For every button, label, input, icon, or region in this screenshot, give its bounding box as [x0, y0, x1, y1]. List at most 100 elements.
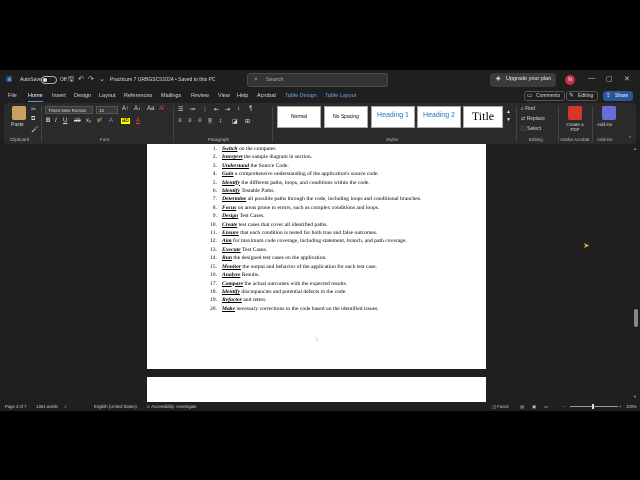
format-painter-icon[interactable]: 🖌: [31, 126, 39, 133]
increase-indent-icon[interactable]: ⇥: [225, 106, 230, 113]
proofing-icon[interactable]: ✓: [64, 404, 68, 409]
select-button[interactable]: ⬚ Select: [521, 126, 541, 132]
undo-icon[interactable]: ↶: [78, 75, 84, 83]
bold-icon[interactable]: B: [46, 118, 50, 124]
borders-icon[interactable]: ⊞: [245, 118, 250, 125]
scroll-down-icon[interactable]: ▼: [633, 394, 637, 399]
zoom-in-icon[interactable]: +: [619, 404, 621, 409]
next-document-page[interactable]: [147, 377, 486, 402]
line-spacing-icon[interactable]: ↨: [219, 118, 222, 124]
upgrade-plan-button[interactable]: ◈ Upgrade your plan: [490, 73, 556, 87]
print-layout-icon[interactable]: ▣: [532, 404, 536, 409]
style-no-spacing[interactable]: No Spacing: [324, 106, 368, 128]
shading-icon[interactable]: ◪: [232, 118, 238, 125]
shrink-font-icon[interactable]: A↓: [134, 106, 141, 112]
list-item[interactable]: 14. Run the designed test cases on the ap…: [207, 254, 439, 262]
grow-font-icon[interactable]: A↑: [122, 106, 129, 112]
list-item[interactable]: 3. Understand the Source Code.: [207, 162, 439, 170]
tab-references[interactable]: References: [124, 93, 152, 99]
font-size-select[interactable]: 12: [96, 106, 118, 114]
font-name-select[interactable]: Times New Roman: [45, 106, 93, 114]
replace-button[interactable]: ⇄ Replace: [521, 116, 545, 122]
list-item[interactable]: 6. Identify Testable Paths.: [207, 187, 439, 195]
sort-icon[interactable]: ↕: [237, 106, 240, 112]
superscript-icon[interactable]: x²: [97, 118, 102, 124]
list-item[interactable]: 1. Switch on the computer.: [207, 145, 439, 153]
focus-button[interactable]: ◫ Focus: [492, 404, 509, 409]
accessibility-status[interactable]: ☺ Accessibility: Investigate: [146, 404, 197, 409]
search-box[interactable]: ⌕ Search: [247, 73, 388, 87]
styles-scroll-up-icon[interactable]: ▲: [506, 109, 511, 115]
add-ins-label[interactable]: Add-ins: [597, 122, 612, 127]
bullets-icon[interactable]: ☰: [178, 106, 183, 113]
list-item[interactable]: 15. Monitor the output and behavior of th…: [207, 263, 439, 271]
list-item[interactable]: 4. Gain a comprehensive understanding of …: [207, 170, 439, 178]
tab-layout[interactable]: Layout: [99, 93, 116, 99]
multilevel-list-icon[interactable]: ⋮: [202, 106, 208, 113]
tab-home[interactable]: Home: [28, 93, 43, 102]
scroll-up-icon[interactable]: ▲: [633, 146, 637, 151]
language-indicator[interactable]: English (United States): [94, 404, 137, 409]
tab-table-design[interactable]: Table Design: [285, 93, 317, 99]
tab-insert[interactable]: Insert: [52, 93, 66, 99]
zoom-out-icon[interactable]: −: [563, 404, 565, 409]
tab-file[interactable]: File: [8, 93, 17, 99]
show-formatting-icon[interactable]: ¶: [249, 106, 252, 112]
list-item[interactable]: 9. Design Test Cases.: [207, 212, 439, 220]
find-button[interactable]: ⌕ Find: [521, 106, 535, 112]
autosave-toggle[interactable]: [41, 76, 57, 84]
document-canvas[interactable]: 1. Switch on the computer. 2. Interpret the…: [0, 144, 632, 402]
decrease-indent-icon[interactable]: ⇤: [214, 106, 219, 113]
style-heading-1[interactable]: Heading 1: [371, 106, 415, 128]
close-icon[interactable]: ✕: [624, 75, 630, 83]
align-right-icon[interactable]: ≡: [198, 118, 202, 124]
paste-icon[interactable]: [12, 106, 26, 120]
highlight-icon[interactable]: ab: [121, 118, 130, 124]
page-indicator[interactable]: Page 3 of 7: [5, 404, 26, 409]
list-item[interactable]: 13. Execute Test Cases.: [207, 246, 439, 254]
align-left-icon[interactable]: ≡: [178, 118, 182, 124]
change-case-icon[interactable]: Aa: [147, 106, 154, 112]
tab-acrobat[interactable]: Acrobat: [257, 93, 276, 99]
redo-icon[interactable]: ↷: [88, 75, 94, 83]
text-effects-icon[interactable]: A: [109, 118, 113, 124]
web-layout-icon[interactable]: ▭: [544, 404, 548, 409]
collapse-ribbon-icon[interactable]: ⌃: [628, 136, 632, 142]
save-icon[interactable]: 🖫: [68, 75, 74, 86]
minimize-icon[interactable]: —: [588, 75, 595, 82]
editing-mode-button[interactable]: ✎ Editing: [566, 91, 599, 101]
subscript-icon[interactable]: x₂: [86, 118, 91, 124]
strikethrough-icon[interactable]: ab: [74, 118, 81, 124]
list-item[interactable]: 16. Analyze Results.: [207, 271, 439, 279]
zoom-level[interactable]: 100%: [626, 404, 637, 409]
list-item[interactable]: 17. Compare the actual outcomes with the …: [207, 280, 439, 288]
vertical-scrollbar[interactable]: ▲ ▼: [632, 144, 640, 402]
font-color-icon[interactable]: A: [136, 118, 140, 124]
list-item[interactable]: 7. Determine all possible paths through t…: [207, 195, 439, 203]
style-title[interactable]: Title: [463, 106, 503, 128]
read-mode-icon[interactable]: ▤: [520, 404, 524, 409]
maximize-icon[interactable]: ▢: [606, 75, 613, 83]
tab-review[interactable]: Review: [191, 93, 209, 99]
list-item[interactable]: 5. Identify the different paths, loops, a…: [207, 179, 439, 187]
document-page[interactable]: 1. Switch on the computer. 2. Interpret the…: [147, 144, 486, 369]
create-pdf-icon[interactable]: [568, 106, 582, 120]
tab-view[interactable]: View: [218, 93, 230, 99]
list-item[interactable]: 2. Interpret the sample diagram in sectio…: [207, 153, 439, 161]
tab-help[interactable]: Help: [237, 93, 248, 99]
create-pdf-label[interactable]: Create a PDF: [563, 122, 587, 132]
tab-table-layout[interactable]: Table Layout: [325, 93, 356, 99]
tab-mailings[interactable]: Mailings: [161, 93, 181, 99]
share-button[interactable]: ⇪ Share: [603, 91, 634, 101]
add-ins-icon[interactable]: [602, 106, 616, 120]
list-item[interactable]: 10. Create test cases that cover all iden…: [207, 221, 439, 229]
list-item[interactable]: 12. Aim for maximum code coverage, includ…: [207, 237, 439, 245]
list-item[interactable]: 8. Focus on areas prone to errors, such a…: [207, 204, 439, 212]
scrollbar-thumb[interactable]: [634, 309, 638, 327]
zoom-slider[interactable]: [570, 404, 618, 409]
style-heading-2[interactable]: Heading 2: [417, 106, 461, 128]
align-center-icon[interactable]: ≡: [188, 118, 192, 124]
underline-icon[interactable]: U: [63, 118, 67, 124]
styles-scroll-down-icon[interactable]: ▼: [506, 117, 511, 123]
tab-design[interactable]: Design: [74, 93, 91, 99]
